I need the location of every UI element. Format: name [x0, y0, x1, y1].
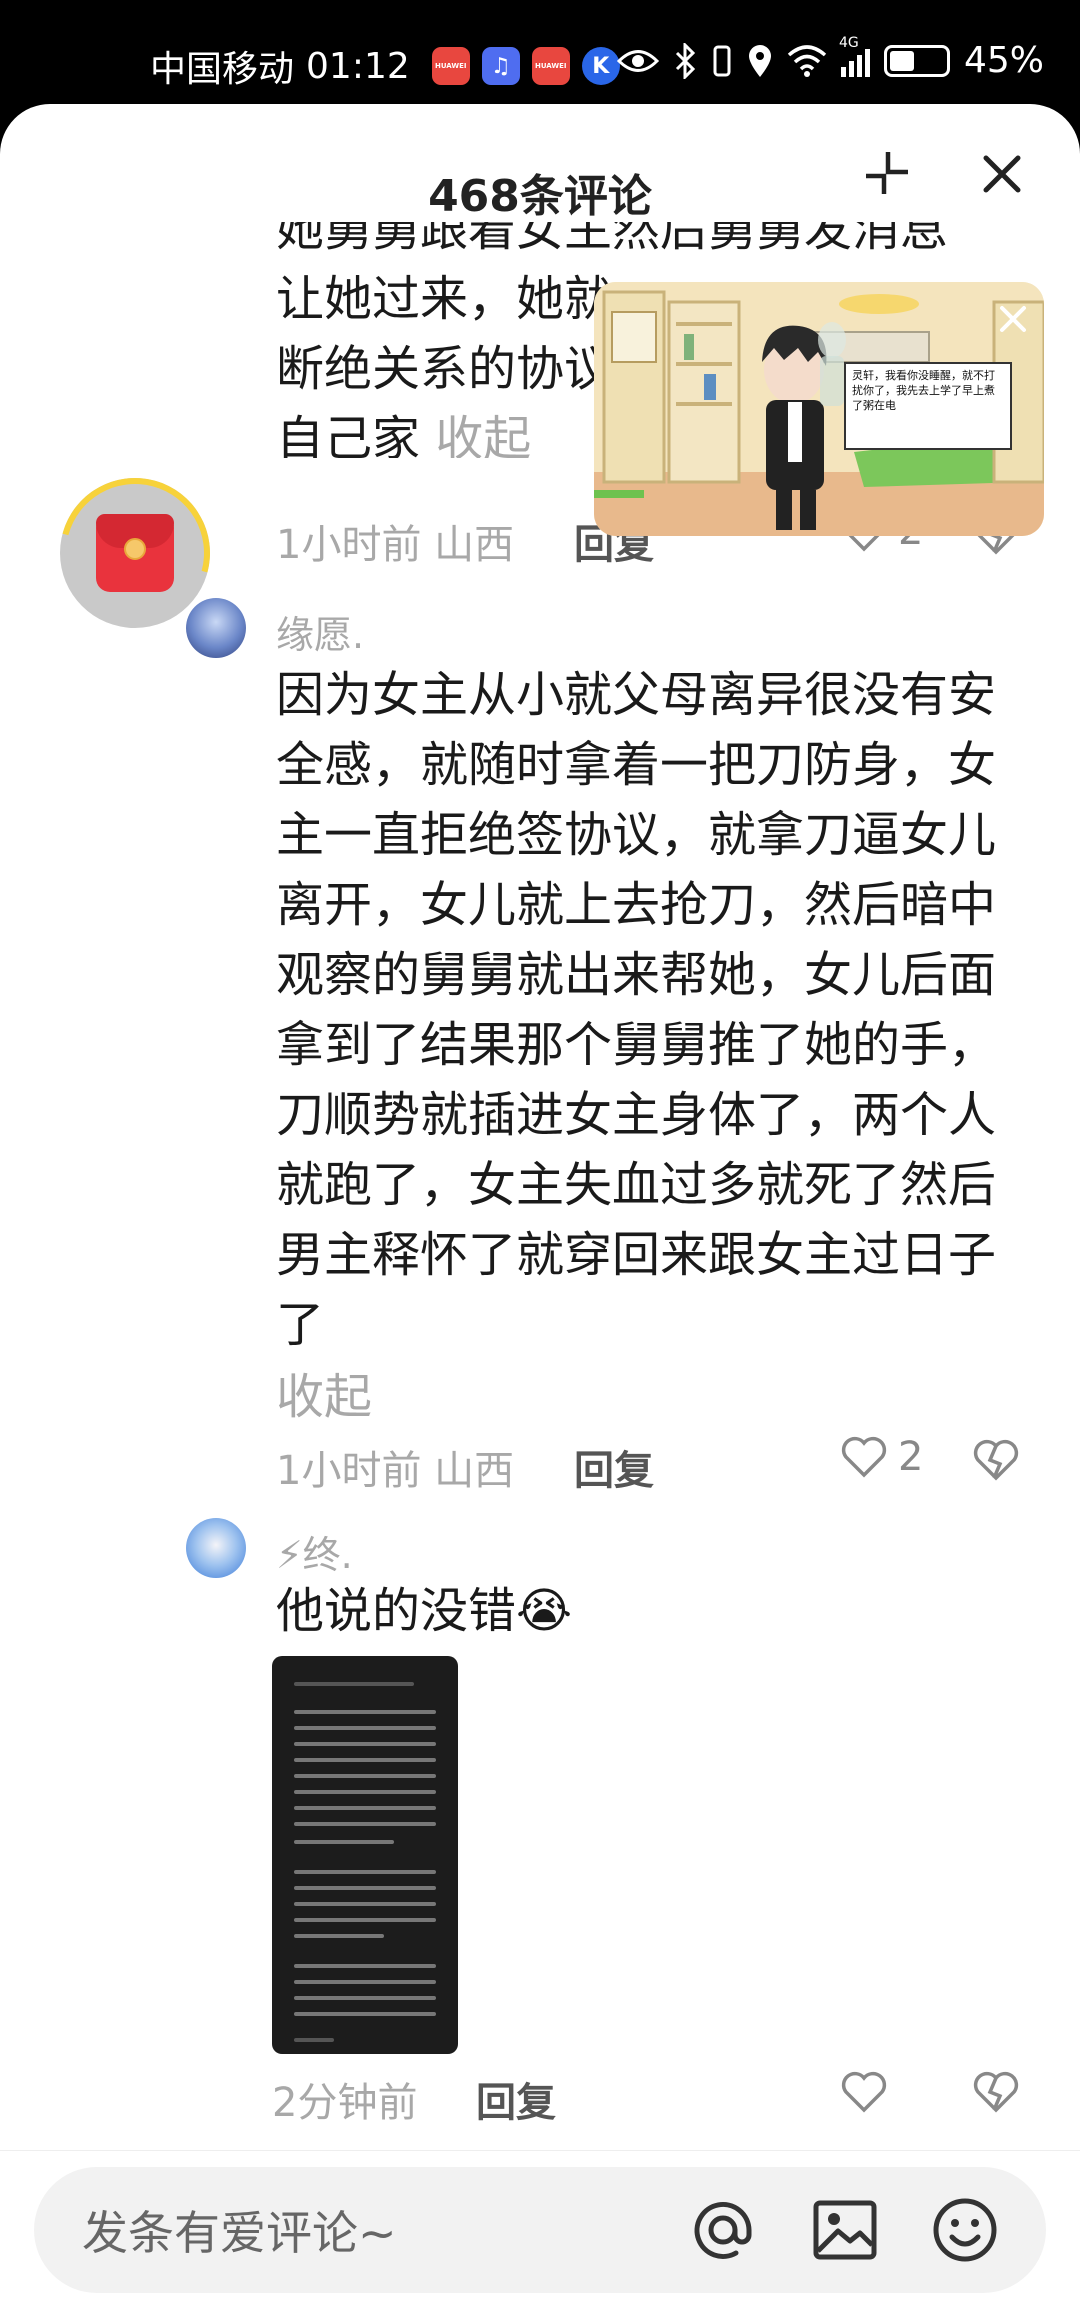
collapse-link[interactable]: 收起 — [276, 1362, 372, 1432]
location-icon — [748, 44, 771, 77]
comment-text: 他说的没错😭 — [276, 1583, 573, 1639]
comment-input[interactable]: 发条有爱评论~ — [34, 2167, 1046, 2293]
k-app-icon: K — [581, 47, 620, 85]
avatar[interactable] — [186, 1518, 246, 1578]
dislike-icon[interactable] — [972, 2068, 1020, 2116]
comment-meta: 1小时前 山西 — [276, 1448, 515, 1494]
battery-icon — [883, 44, 950, 77]
signal-icon: 4G — [839, 35, 870, 77]
speech-text: 灵轩，我看你没睡醒，就不打扰你了，我先去上学了早上煮了粥在电 — [852, 369, 995, 412]
dislike-icon[interactable] — [972, 1436, 1020, 1484]
emoji-icon[interactable] — [930, 2195, 1000, 2265]
collapse-link[interactable]: 收起 — [435, 411, 531, 458]
music-icon: ♫ — [481, 47, 520, 85]
red-packet-icon — [96, 514, 174, 592]
comment-time: 2分钟前 — [272, 2080, 418, 2126]
carrier-label: 中国移动 — [150, 49, 295, 90]
comment-line: 自己家 — [276, 411, 421, 458]
comment-text: 因为女主从小就父母离异很没有安全感，就随时拿着一把刀防身，女主一直拒绝签协议，就… — [276, 667, 997, 1353]
username[interactable]: ⚡终. — [276, 1524, 353, 1579]
battery-percent: 45% — [963, 40, 1044, 81]
comment-line: 她舅舅跟着女主然后舅舅发消息 — [276, 222, 949, 257]
speech-bubble: 灵轩，我看你没睡醒，就不打扰你了，我先去上学了早上煮了粥在电 — [844, 362, 1012, 450]
username[interactable]: 缘愿. — [276, 604, 364, 659]
comment-input-bar: 发条有爱评论~ — [0, 2150, 1080, 2310]
heart-icon[interactable] — [840, 2070, 888, 2114]
red-packet-widget[interactable] — [32, 450, 238, 656]
eye-icon — [616, 49, 659, 72]
comment-count-title: 468条评论 — [428, 171, 652, 222]
avatar[interactable] — [186, 598, 246, 658]
like-count: 2 — [898, 1434, 924, 1480]
image-icon[interactable] — [810, 2195, 880, 2265]
status-bar: 中国移动 01:12 HUAWEI ♫ HUAWEI K 4G 45% — [0, 0, 1080, 120]
close-icon[interactable] — [976, 148, 1028, 200]
close-icon[interactable] — [996, 302, 1030, 336]
huawei-icon: HUAWEI — [431, 47, 470, 85]
minimize-icon[interactable] — [862, 148, 912, 198]
reply-button[interactable]: 回复 — [476, 2070, 556, 2128]
comment-sheet: 468条评论 她舅舅跟着女主然后舅舅发消息 让她过来，她就 断绝关系的协议 自己… — [0, 104, 1080, 2310]
reply-button[interactable]: 回复 — [574, 1438, 654, 1496]
network-type: 4G — [838, 34, 859, 51]
bluetooth-icon — [675, 42, 696, 79]
mini-video-player[interactable]: 灵轩，我看你没睡醒，就不打扰你了，我先去上学了早上煮了粥在电 — [594, 282, 1044, 536]
input-placeholder: 发条有爱评论~ — [82, 2206, 397, 2260]
mention-icon[interactable] — [688, 2195, 758, 2265]
wifi-icon — [787, 44, 827, 77]
huawei-icon: HUAWEI — [531, 47, 570, 85]
comment-meta: 1小时前 山西 — [276, 522, 515, 568]
vibrate-icon — [713, 45, 731, 76]
screenshot-attachment[interactable] — [272, 1656, 458, 2054]
like-button[interactable]: 2 — [840, 1434, 923, 1480]
clock: 01:12 — [306, 45, 410, 87]
heart-icon — [841, 1436, 887, 1478]
